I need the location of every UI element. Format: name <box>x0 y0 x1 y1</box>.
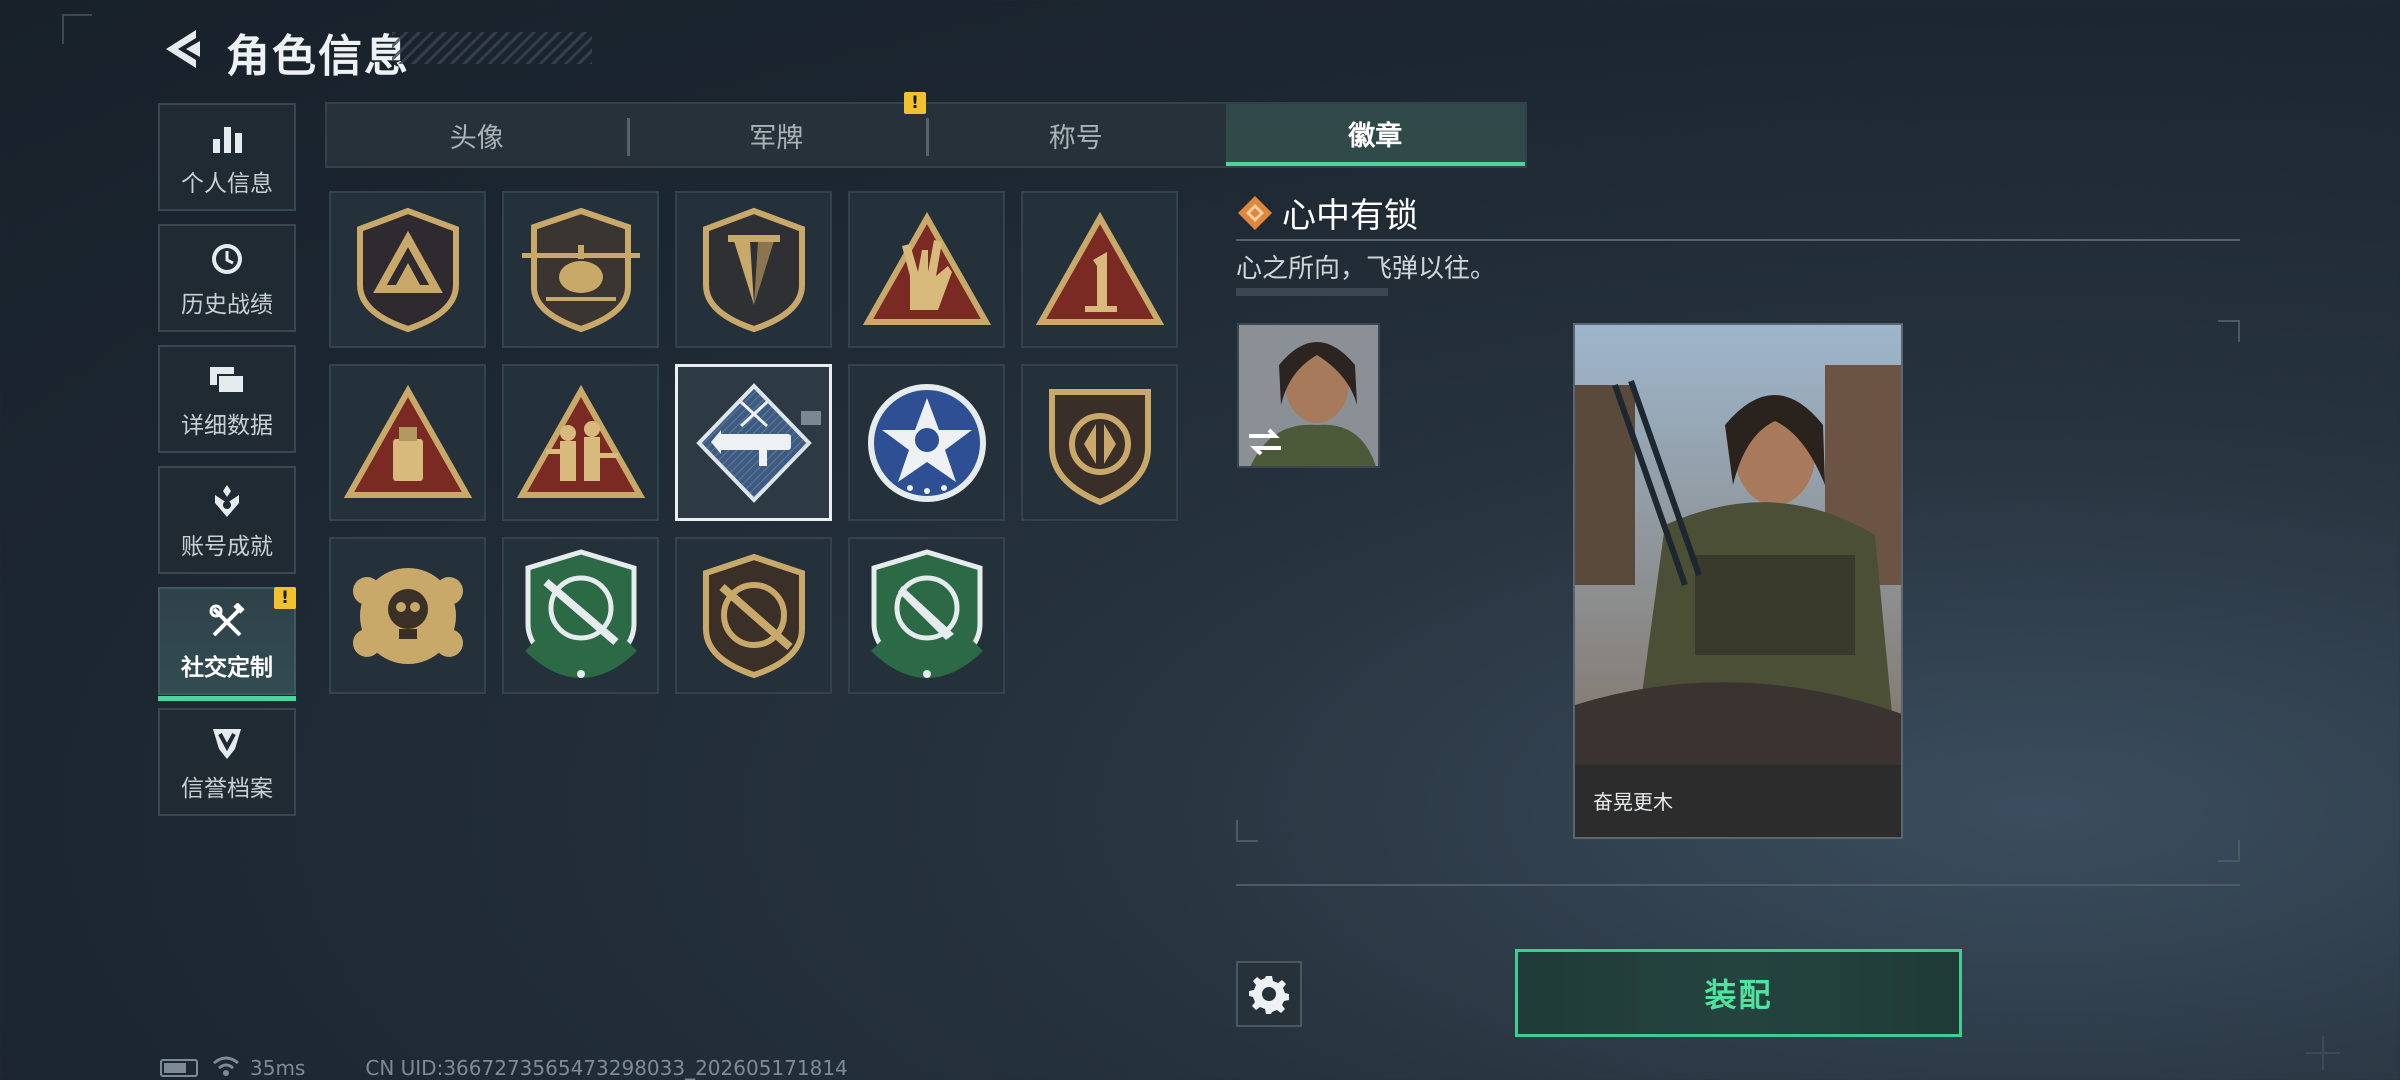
stack-icon <box>205 358 249 402</box>
green-rifle-badge-icon <box>524 548 637 678</box>
wifi-icon <box>212 1055 240 1080</box>
character-full-image <box>1575 325 1901 837</box>
tools-icon <box>205 600 249 644</box>
number-one-badge-icon <box>1035 211 1164 325</box>
star-skull-badge-icon <box>867 383 986 502</box>
divider <box>1236 239 2240 241</box>
sidebar-item-history[interactable]: 历史战绩 <box>158 224 296 332</box>
settings-button[interactable] <box>1236 961 1302 1027</box>
badge-gold-rifle[interactable] <box>675 537 832 694</box>
equip-button-label: 装配 <box>1704 976 1773 1014</box>
description-subline <box>1236 288 1388 296</box>
badge-triangle-shield[interactable] <box>329 191 486 348</box>
tab-label: 徽章 <box>1348 120 1403 152</box>
user-uid: CN UID:3667273565473298033_202605171814 <box>365 1056 848 1080</box>
badge-crossed-skull[interactable] <box>329 537 486 694</box>
frame-corner <box>2218 840 2240 862</box>
triangle-shield-badge-icon <box>356 207 459 332</box>
badge-arrows-shield[interactable] <box>1021 364 1178 521</box>
sidebar-item-label: 信誉档案 <box>181 776 273 802</box>
badge-rock-hand[interactable] <box>848 191 1005 348</box>
sidebar-item-detailed-data[interactable]: 详细数据 <box>158 345 296 453</box>
arrows-shield-badge-icon <box>1048 388 1151 505</box>
sidebar-item-reputation[interactable]: 信誉档案 <box>158 708 296 816</box>
frame-corner <box>2218 320 2240 342</box>
badge-title: 心中有锁 <box>1282 196 1418 236</box>
equip-button[interactable]: 装配 <box>1515 949 1962 1037</box>
achievement-icon <box>205 479 249 523</box>
gear-icon <box>1249 976 1289 1014</box>
dagger-shield-badge-icon <box>702 207 805 332</box>
badge-dagger-shield[interactable] <box>675 191 832 348</box>
character-switch-thumbnail[interactable] <box>1237 323 1380 468</box>
tab-label: 军牌 <box>749 122 804 154</box>
badge-soldiers-triangle[interactable] <box>502 364 659 521</box>
tab-label: 称号 <box>1048 122 1103 154</box>
gold-rifle-badge-icon <box>702 553 805 678</box>
tab-dogtag[interactable]: 军牌 ! <box>626 92 926 166</box>
sidebar-item-label: 个人信息 <box>181 171 273 197</box>
title-decoration <box>392 32 592 64</box>
sidebar-item-personal-info[interactable]: 个人信息 <box>158 103 296 211</box>
usb-triangle-badge-icon <box>343 384 472 498</box>
badge-number-one[interactable] <box>1021 191 1178 348</box>
green-knife-badge-icon <box>870 548 983 678</box>
rock-hand-badge-icon <box>862 211 991 325</box>
diamond-icon <box>1236 194 1274 232</box>
soldiers-triangle-badge-icon <box>516 384 645 498</box>
character-name: 奋晃更木 <box>1593 790 1673 814</box>
sidebar-item-label: 社交定制 <box>181 655 273 681</box>
sidebar-item-social-custom[interactable]: ! 社交定制 <box>158 587 296 701</box>
badge-green-rifle[interactable] <box>502 537 659 694</box>
badge-helicopter[interactable] <box>502 191 659 348</box>
sidebar: 个人信息 历史战绩 详细数据 账号成就 ! 社交定制 信誉档案 <box>158 103 296 829</box>
back-arrow-icon <box>166 30 200 68</box>
battery-icon <box>160 1059 198 1077</box>
alert-badge: ! <box>904 92 926 114</box>
tab-title[interactable]: 称号 <box>926 104 1226 166</box>
category-tabs: 头像 军牌 ! 称号 徽章 <box>325 92 1527 168</box>
back-button[interactable] <box>158 24 204 74</box>
alert-badge: ! <box>274 587 296 609</box>
page-title: 角色信息 <box>226 31 410 82</box>
swap-icon <box>1249 428 1281 456</box>
rocket-launcher-badge-icon <box>695 382 812 503</box>
character-card: 奋晃更木 <box>1573 323 1903 839</box>
divider <box>1236 884 2240 886</box>
shield-v-icon <box>205 721 249 765</box>
status-bar: 35ms CN UID:3667273565473298033_20260517… <box>160 1056 848 1080</box>
sidebar-item-label: 历史战绩 <box>181 292 273 318</box>
badge-description: 心之所向，飞弹以往。 <box>1236 254 1497 284</box>
helicopter-badge-icon <box>521 207 640 332</box>
sidebar-item-achievements[interactable]: 账号成就 <box>158 466 296 574</box>
sidebar-item-label: 账号成就 <box>181 534 273 560</box>
tab-avatar[interactable]: 头像 <box>327 104 627 166</box>
tab-label: 头像 <box>449 122 504 154</box>
badge-usb-triangle[interactable] <box>329 364 486 521</box>
sidebar-item-label: 详细数据 <box>181 413 273 439</box>
ping-value: 35ms <box>250 1056 306 1080</box>
crossed-skull-badge-icon <box>352 567 463 664</box>
bar-chart-icon <box>205 116 249 160</box>
badge-green-knife[interactable] <box>848 537 1005 694</box>
frame-corner-top-left <box>62 14 92 44</box>
frame-corner <box>1236 820 1258 842</box>
badge-rocket-launcher[interactable] <box>675 364 832 521</box>
frame-crosshair-bottom-right <box>2306 1036 2340 1070</box>
clock-icon <box>205 237 249 281</box>
badge-star-skull[interactable] <box>848 364 1005 521</box>
equipped-tag <box>801 411 821 425</box>
tab-badge[interactable]: 徽章 <box>1225 104 1525 166</box>
